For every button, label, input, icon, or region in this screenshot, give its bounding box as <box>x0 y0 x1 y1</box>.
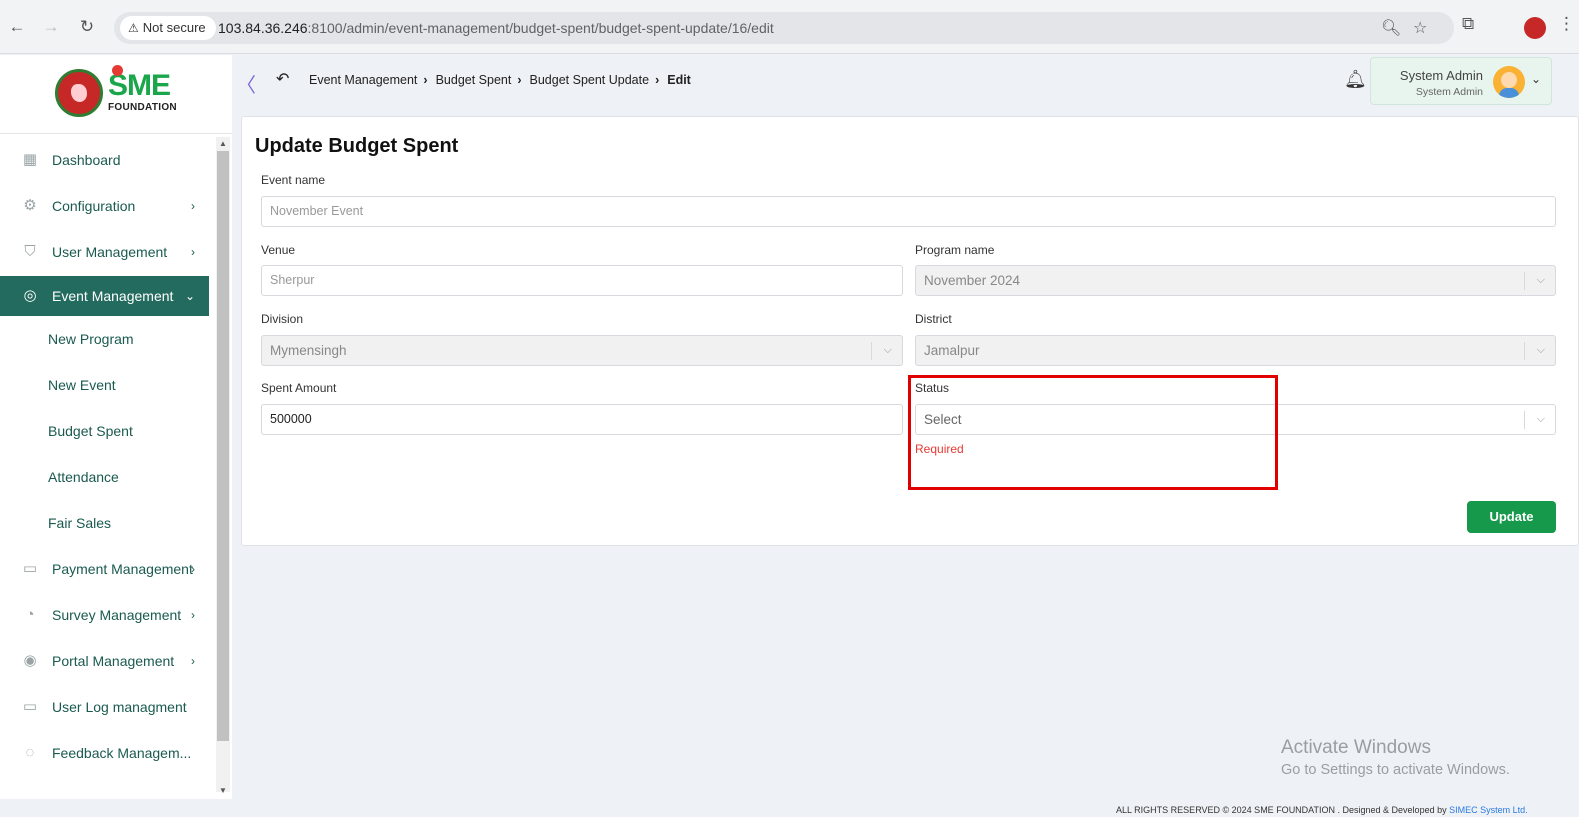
division-select[interactable]: Mymensingh ⌵ <box>261 335 903 366</box>
venue-label: Venue <box>261 243 296 257</box>
sidebar-subitem-new-program[interactable]: New Program <box>0 316 209 362</box>
pie-icon: ◔ <box>25 606 35 623</box>
sidebar-item-dashboard[interactable]: ▦ Dashboard <box>0 137 209 183</box>
logo-dot <box>112 65 123 76</box>
sidebar-item-portal-management[interactable]: ◉ Portal Management › <box>0 638 209 684</box>
breadcrumb: Event Management › Budget Spent › Budget S… <box>309 73 691 87</box>
reload-icon[interactable]: ↻ <box>76 16 98 38</box>
program-name-select[interactable]: November 2024 ⌵ <box>915 265 1556 296</box>
chevron-right-icon: › <box>191 654 195 668</box>
sidebar-item-feedback-management[interactable]: ◌ Feedback Managem... <box>0 730 209 776</box>
footer-developer-link[interactable]: SIMEC System Ltd. <box>1449 805 1528 815</box>
browser-toolbar: ← → ↻ ⚠ Not secure 103.84.36.246:8100/adm… <box>0 0 1579 54</box>
sidebar-item-user-log[interactable]: ▭ User Log managment <box>0 684 209 730</box>
event-icon: ◎ <box>23 287 37 304</box>
bell-icon[interactable]: 🔔︎ <box>1344 69 1367 90</box>
sidebar-item-payment-management[interactable]: ▭ Payment Management › <box>0 546 209 592</box>
update-budget-card: Update Budget Spent Event name November … <box>241 116 1579 546</box>
sidebar-subitem-attendance[interactable]: Attendance <box>0 454 209 500</box>
chevron-down-icon: ⌵ <box>1536 344 1545 356</box>
chevron-right-icon: › <box>191 199 195 213</box>
annotation-highlight-box <box>908 375 1278 490</box>
address-bar[interactable]: ⚠ Not secure 103.84.36.246:8100/admin/eve… <box>114 12 1454 44</box>
sidebar-item-survey-management[interactable]: ◔ Survey Management › <box>0 592 209 638</box>
user-name: System Admin <box>1399 68 1483 83</box>
scroll-thumb[interactable] <box>217 151 229 741</box>
chevron-right-icon: › <box>191 562 195 576</box>
collapse-sidebar-icon[interactable]: 〈 <box>236 69 256 98</box>
chevron-down-icon: ⌵ <box>883 344 892 356</box>
zoom-icon[interactable]: 🔍︎ <box>1381 18 1401 38</box>
spent-amount-input[interactable]: 500000 <box>261 404 903 435</box>
sidebar-menu: ▦ Dashboard ⚙ Configuration › ⛉ User Man… <box>0 137 209 776</box>
user-menu[interactable]: System Admin System Admin ⌄ <box>1370 57 1552 105</box>
breadcrumb-budget-spent[interactable]: Budget Spent <box>436 73 512 87</box>
warning-icon: ⚠ <box>128 21 139 35</box>
activate-windows-subtitle: Go to Settings to activate Windows. <box>1281 762 1510 778</box>
sidebar-item-configuration[interactable]: ⚙ Configuration › <box>0 183 209 229</box>
district-label: District <box>915 312 952 326</box>
extensions-icon[interactable]: ⧉ <box>1462 14 1474 34</box>
program-name-label: Program name <box>915 243 995 257</box>
chevron-down-icon: ⌄ <box>184 289 195 303</box>
sidebar: SME FOUNDATION ▦ Dashboard ⚙ Configurati… <box>0 55 232 799</box>
event-name-label: Event name <box>261 173 326 187</box>
logo[interactable]: SME FOUNDATION <box>0 55 232 134</box>
sidebar-subitem-budget-spent[interactable]: Budget Spent <box>0 408 209 454</box>
sidebar-subitem-fair-sales[interactable]: Fair Sales <box>0 500 209 546</box>
event-name-field[interactable]: November Event <box>261 196 1556 227</box>
forward-arrow-icon[interactable]: → <box>40 16 62 38</box>
payment-icon: ▭ <box>22 560 38 577</box>
portal-icon: ◉ <box>23 652 37 669</box>
chevron-right-icon: › <box>191 245 195 259</box>
avatar <box>1493 66 1525 98</box>
back-arrow-icon[interactable]: ← <box>6 16 28 38</box>
breadcrumb-current: Edit <box>667 73 691 87</box>
log-icon: ▭ <box>22 698 38 715</box>
chevron-right-icon: › <box>655 73 660 87</box>
venue-field[interactable]: Sherpur <box>261 265 903 296</box>
district-select[interactable]: Jamalpur ⌵ <box>915 335 1556 366</box>
feedback-icon: ◌ <box>25 744 35 761</box>
spent-amount-label: Spent Amount <box>261 381 337 395</box>
url-text[interactable]: 103.84.36.246:8100/admin/event-managemen… <box>218 20 774 36</box>
logo-seal-icon <box>55 69 103 117</box>
chevron-down-icon: ⌵ <box>1536 274 1545 286</box>
chevron-down-icon[interactable]: ⌄ <box>1531 72 1541 86</box>
chevron-right-icon: › <box>517 73 522 87</box>
sidebar-item-user-management[interactable]: ⛉ User Management › <box>0 229 209 275</box>
kebab-menu-icon[interactable]: ⋮ <box>1558 14 1575 34</box>
chevron-down-icon: ⌵ <box>1536 413 1545 425</box>
scroll-down-icon[interactable]: ▼ <box>218 786 228 796</box>
undo-back-icon[interactable]: ↶ <box>276 69 289 89</box>
scroll-up-icon[interactable]: ▲ <box>218 139 228 149</box>
page-title: Update Budget Spent <box>255 135 459 157</box>
top-header: 〈 ↶ Event Management › Budget Spent › Budg… <box>232 55 1579 109</box>
shield-icon: ⛉ <box>24 243 36 260</box>
security-chip[interactable]: ⚠ Not secure <box>120 16 216 40</box>
sidebar-scrollbar[interactable]: ▲ ▼ <box>216 137 230 795</box>
activate-windows-title: Activate Windows <box>1281 737 1431 758</box>
profile-avatar-icon[interactable] <box>1524 17 1546 39</box>
grid-icon: ▦ <box>22 151 38 168</box>
sidebar-subitem-new-event[interactable]: New Event <box>0 362 209 408</box>
user-role: System Admin <box>1415 86 1483 98</box>
bookmark-star-icon[interactable]: ☆ <box>1413 18 1427 38</box>
chevron-right-icon: › <box>191 608 195 622</box>
footer: ALL RIGHTS RESERVED © 2024 SME FOUNDATIO… <box>1116 805 1528 815</box>
chevron-right-icon: › <box>423 73 428 87</box>
breadcrumb-budget-spent-update[interactable]: Budget Spent Update <box>530 73 650 87</box>
config-icon: ⚙ <box>23 197 37 214</box>
sidebar-item-event-management[interactable]: ◎ Event Management ⌄ <box>0 276 209 316</box>
breadcrumb-event-management[interactable]: Event Management <box>309 73 417 87</box>
update-button[interactable]: Update <box>1467 501 1556 533</box>
division-label: Division <box>261 312 304 326</box>
logo-foundation-text: FOUNDATION <box>108 102 177 113</box>
